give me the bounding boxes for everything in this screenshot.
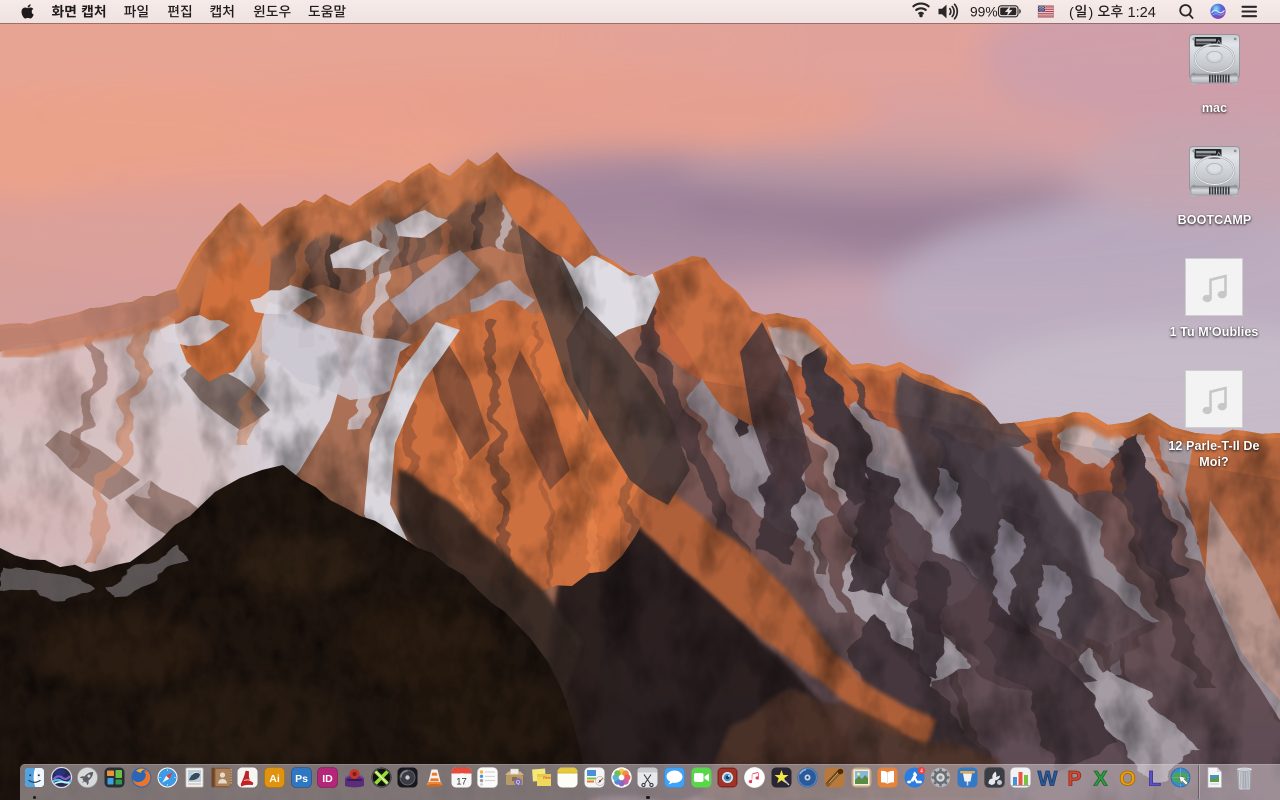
svg-text:O: O: [1119, 768, 1135, 790]
svg-text:1:24: 1:24: [1128, 5, 1156, 21]
svg-text:X: X: [1094, 768, 1108, 790]
svg-text:Q: Q: [516, 780, 520, 786]
svg-text:Rem: Rem: [543, 776, 550, 780]
svg-text:Ps: Ps: [295, 773, 308, 785]
svg-text:ID: ID: [323, 773, 334, 785]
svg-text:(: (: [1069, 5, 1074, 21]
svg-text:17: 17: [456, 777, 467, 788]
svg-text:4: 4: [920, 768, 923, 774]
svg-text:Ai: Ai: [269, 773, 280, 785]
svg-text:): ): [1089, 5, 1094, 21]
svg-text:W: W: [1038, 768, 1058, 790]
svg-text:L: L: [1148, 768, 1161, 790]
svg-text:P: P: [1067, 768, 1081, 790]
svg-text:99%: 99%: [970, 5, 998, 20]
